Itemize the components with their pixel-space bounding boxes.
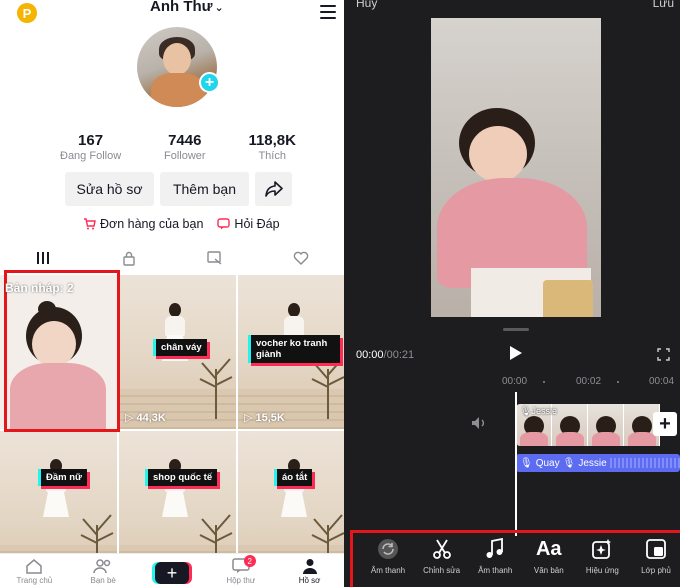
avatar[interactable] [137,27,217,107]
audio-waveform [609,458,680,468]
grid-icon [37,252,49,264]
stat-label: Thích [258,150,286,162]
friends-icon [93,559,111,574]
add-friends-button[interactable]: Thêm bạn [160,172,249,206]
video-editor-screen: Hủy Lưu 00:00/00:21 00:00 00:02 00:04 🎙J… [344,0,680,587]
stat-value: 118,8K [248,132,296,149]
view-count: ▷ 15,5K [244,411,285,425]
stat-label: Follower [164,150,206,162]
home-icon [26,559,43,574]
edit-profile-button[interactable]: Sửa hồ sơ [65,172,154,206]
tab-reposts[interactable] [195,251,235,265]
fullscreen-icon[interactable] [657,348,670,361]
total-duration: /00:21 [383,349,415,361]
nav-inbox[interactable]: 2 Hộp thư [216,555,266,585]
ruler-tick-label: 00:00 [502,376,528,387]
timeline-ruler: 00:00 00:02 00:04 [344,376,680,396]
share-icon [264,181,283,197]
heart-icon [293,251,309,265]
coin-badge[interactable]: P [17,3,37,23]
play-icon[interactable] [510,346,522,360]
nav-create[interactable]: + [147,558,197,586]
audio-track[interactable]: 🎙 Quay 🎙 Jessie [516,454,680,472]
video-caption: Đầm nữ [38,469,87,486]
nav-friends[interactable]: Bạn bè [78,558,128,585]
nav-home[interactable]: Trang chủ [9,558,59,585]
menu-icon[interactable] [320,5,336,19]
voice-effect-icon: 🎙 [562,457,576,469]
orders-link[interactable]: Đơn hàng của bạn [83,217,203,231]
profile-icon [302,559,317,574]
ruler-tick-label: 00:04 [649,376,675,387]
video-tile[interactable]: vocher ko tranh giành ▷ 15,5K [238,275,344,429]
current-time: 00:00 [356,349,384,361]
video-tile[interactable]: chân váy ▷ 44,3K [119,275,236,429]
profile-stats: 167 Đang Follow 7446 Follower 118,8K Thí… [60,132,296,162]
qa-link-label: Hỏi Đáp [234,217,280,231]
clip-voice-label: 🎙Jessie [520,406,557,416]
nav-label: Bạn bè [90,576,116,585]
mic-icon: 🎙 [520,457,533,469]
cancel-button[interactable]: Hủy [356,0,377,10]
tab-private[interactable] [109,251,149,266]
video-caption: chân váy [153,339,207,356]
stat-following[interactable]: 167 Đang Follow [60,132,121,162]
nav-profile[interactable]: Hồ sơ [285,558,335,585]
username-text: Anh Thư [150,0,213,15]
timecode: 00:00/00:21 [356,349,414,361]
video-caption: áo tắt [274,469,313,486]
voice-label: Jessie [578,457,607,469]
add-avatar-icon[interactable]: + [199,72,220,93]
stat-value: 7446 [168,132,202,149]
nav-label: Trang chủ [16,576,53,585]
highlight-box [350,530,680,587]
play-outline-icon: ▷ [244,412,253,424]
stat-value: 167 [78,132,104,149]
volume-icon[interactable] [471,416,489,430]
nav-label: Hồ sơ [298,576,321,585]
profile-tabs [0,244,344,272]
orders-link-label: Đơn hàng của bạn [100,217,204,231]
draft-label: Bản nháp: 2 [5,281,74,295]
bottom-nav: Trang chủ Bạn bè + 2 Hộp thư Hồ sơ [0,553,344,587]
voice-effect-icon: 🎙 [520,406,532,416]
chevron-down-icon: ⌄ [214,2,224,14]
drag-handle[interactable] [503,328,529,331]
save-button[interactable]: Lưu [653,0,674,10]
video-caption: shop quốc tế [145,469,218,486]
playhead[interactable] [515,392,517,536]
stat-label: Đang Follow [60,150,122,162]
cart-icon [84,218,96,230]
stat-likes[interactable]: 118,8K Thích [248,132,296,162]
tab-videos[interactable] [23,251,63,265]
view-count: ▷ 44,3K [125,411,166,425]
profile-screen: P Anh Thư ⌄ + 167 Đang Follow 7446 Follow… [0,0,344,587]
tab-liked[interactable] [281,251,321,265]
qa-link[interactable]: Hỏi Đáp [217,217,280,231]
qa-icon [217,218,231,230]
repost-icon [207,251,222,265]
add-clip-button[interactable]: + [653,412,677,436]
video-caption: vocher ko tranh giành [248,335,340,363]
lock-icon [123,251,135,266]
profile-links: Đơn hàng của bạn Hỏi Đáp [83,217,280,231]
stat-followers[interactable]: 7446 Follower [164,132,206,162]
record-label: Quay [535,457,560,469]
share-profile-button[interactable] [255,172,292,206]
profile-username[interactable]: Anh Thư ⌄ [150,0,224,15]
play-outline-icon: ▷ [125,412,134,424]
nav-label: Hộp thư [226,576,256,585]
inbox-badge: 2 [243,555,256,567]
video-preview[interactable] [431,18,601,317]
create-plus-icon: + [154,562,189,584]
ruler-tick-label: 00:02 [576,376,602,387]
